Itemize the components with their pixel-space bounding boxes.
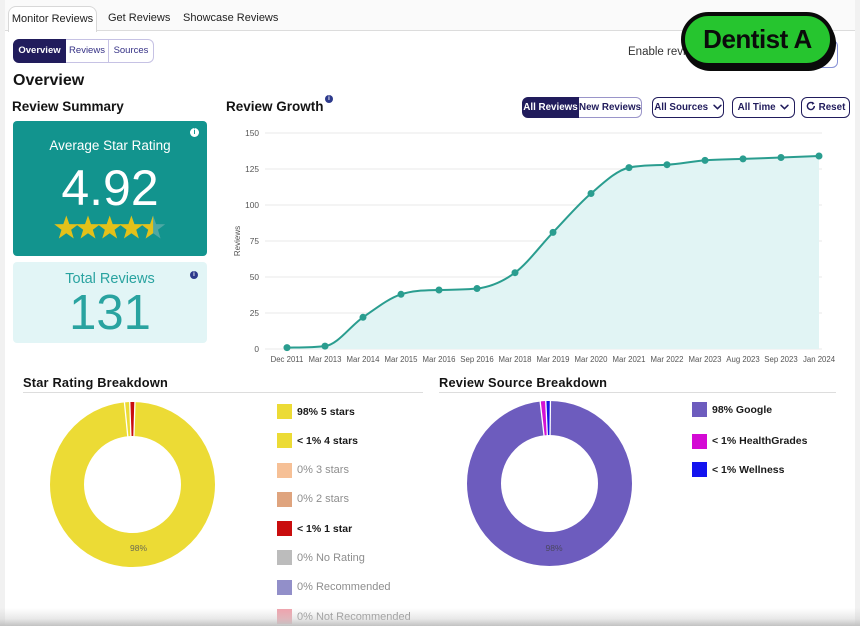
svg-text:Jan 2024: Jan 2024 bbox=[803, 355, 836, 364]
svg-text:75: 75 bbox=[250, 236, 260, 246]
svg-text:98%: 98% bbox=[130, 543, 147, 553]
svg-text:Mar 2013: Mar 2013 bbox=[309, 355, 342, 364]
svg-text:150: 150 bbox=[245, 128, 259, 138]
svg-text:Sep 2016: Sep 2016 bbox=[460, 355, 493, 364]
svg-text:50: 50 bbox=[250, 272, 260, 282]
svg-text:125: 125 bbox=[245, 164, 259, 174]
svg-text:Mar 2022: Mar 2022 bbox=[651, 355, 684, 364]
svg-text:98%: 98% bbox=[545, 543, 562, 553]
svg-text:Mar 2015: Mar 2015 bbox=[385, 355, 419, 364]
svg-text:Mar 2020: Mar 2020 bbox=[575, 355, 609, 364]
svg-text:Mar 2018: Mar 2018 bbox=[499, 355, 532, 364]
svg-text:Mar 2014: Mar 2014 bbox=[347, 355, 381, 364]
svg-text:Aug 2023: Aug 2023 bbox=[726, 355, 759, 364]
svg-text:0: 0 bbox=[254, 344, 259, 354]
svg-text:Mar 2016: Mar 2016 bbox=[423, 355, 456, 364]
svg-text:Sep 2023: Sep 2023 bbox=[764, 355, 797, 364]
svg-text:Mar 2021: Mar 2021 bbox=[613, 355, 646, 364]
svg-text:25: 25 bbox=[250, 308, 260, 318]
svg-text:Mar 2019: Mar 2019 bbox=[537, 355, 570, 364]
svg-text:100: 100 bbox=[245, 200, 259, 210]
svg-text:Mar 2023: Mar 2023 bbox=[689, 355, 722, 364]
svg-text:Reviews: Reviews bbox=[233, 226, 242, 256]
svg-text:Dec 2011: Dec 2011 bbox=[271, 355, 304, 364]
